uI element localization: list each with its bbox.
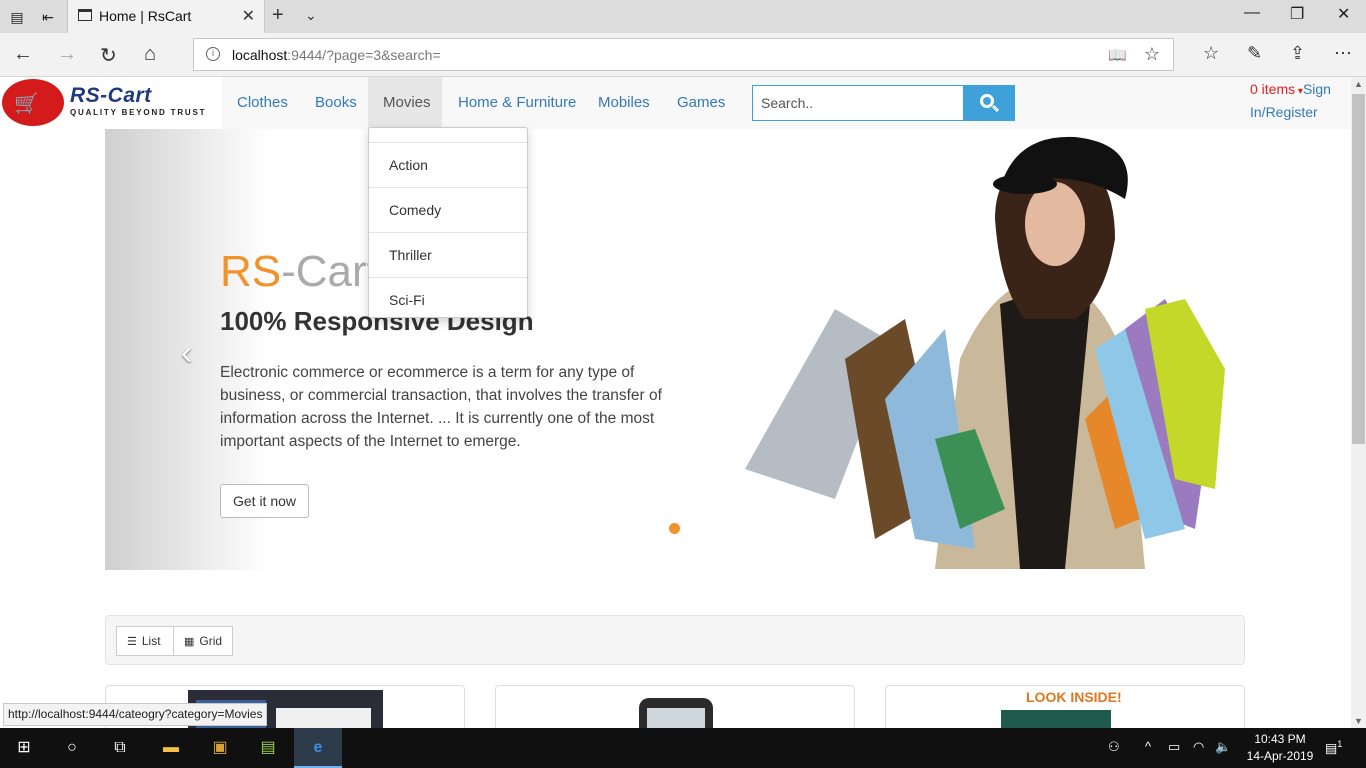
share-icon[interactable]: ⇪ <box>1290 43 1305 64</box>
back-icon[interactable]: ← <box>13 43 33 66</box>
volume-icon[interactable]: 🔈 <box>1215 739 1231 755</box>
nav-home-furniture[interactable]: Home & Furniture <box>458 94 576 111</box>
web-note-icon[interactable]: ✎ <box>1247 43 1262 64</box>
movies-dropdown-menu: Action Comedy Thriller Sci-Fi <box>368 127 528 318</box>
edge-browser-icon[interactable]: e <box>294 728 342 768</box>
dropdown-item-action[interactable]: Action <box>369 142 527 187</box>
user-links: 0 items ▾Sign In/Register <box>1250 81 1331 120</box>
status-url-tooltip: http://localhost:9444/cateogry?category=… <box>3 703 268 726</box>
wifi-icon[interactable]: ◠ <box>1193 739 1204 755</box>
page-scrollbar[interactable]: ▲ ▼ <box>1351 77 1366 728</box>
action-center-icon[interactable]: ▤1 <box>1325 739 1342 756</box>
favorite-star-icon[interactable]: ☆ <box>1144 44 1160 65</box>
battery-icon[interactable]: ▭ <box>1168 739 1180 755</box>
url-text: localhost:9444/?page=3&search= <box>232 47 441 63</box>
nav-mobiles[interactable]: Mobiles <box>598 94 650 111</box>
nav-games[interactable]: Games <box>677 94 725 111</box>
taskbar-clock[interactable]: 10:43 PM 14-Apr-2019 <box>1240 731 1320 765</box>
brand-tagline: QUALITY BEYOND TRUST <box>70 108 207 117</box>
tab-home[interactable]: Home | RsCart ✕ <box>67 0 265 33</box>
cart-items-count[interactable]: 0 items <box>1250 81 1295 97</box>
address-bar-row: ← → ↻ ⌂ i localhost:9444/?page=3&search=… <box>0 33 1366 77</box>
minimize-icon[interactable]: — <box>1244 4 1260 22</box>
task-view-icon[interactable]: ⧉ <box>96 728 144 768</box>
set-aside-tabs-icon[interactable]: ⇤ <box>37 6 59 28</box>
site-navbar: 🛒 RS-Cart QUALITY BEYOND TRUST Clothes B… <box>0 77 1351 129</box>
forward-icon[interactable]: → <box>57 43 77 66</box>
tab-title: Home | RsCart <box>99 8 192 24</box>
url-field[interactable]: i localhost:9444/?page=3&search= 📖 ☆ <box>193 38 1174 71</box>
grid-icon: ▦ <box>184 636 195 648</box>
browser-tab-bar: ▤ ⇤ Home | RsCart ✕ + ⌄ — ❐ ✕ <box>0 0 1366 33</box>
favorites-hub-icon[interactable]: ☆ <box>1203 43 1219 64</box>
logo[interactable]: 🛒 RS-Cart QUALITY BEYOND TRUST <box>0 77 222 129</box>
scroll-down-icon[interactable]: ▼ <box>1354 716 1363 726</box>
list-icon: ☰ <box>127 636 137 648</box>
home-icon[interactable]: ⌂ <box>144 43 156 66</box>
grid-view-button[interactable]: ▦ Grid <box>173 626 233 656</box>
new-tab-icon[interactable]: + <box>272 4 284 27</box>
nav-clothes[interactable]: Clothes <box>237 94 288 111</box>
tab-preview-icon[interactable]: ⌄ <box>305 7 317 24</box>
dropdown-item-thriller[interactable]: Thriller <box>369 232 527 277</box>
refresh-icon[interactable]: ↻ <box>100 43 117 68</box>
dropdown-item-comedy[interactable]: Comedy <box>369 187 527 232</box>
people-icon[interactable]: ⚇ <box>1108 739 1120 755</box>
carousel-indicator[interactable] <box>669 523 680 534</box>
start-icon[interactable]: ⊞ <box>0 728 48 768</box>
carousel-text: Electronic commerce or ecommerce is a te… <box>220 364 662 450</box>
page-icon <box>78 9 92 21</box>
show-hidden-icons[interactable]: ^ <box>1145 739 1151 754</box>
dropdown-item-scifi[interactable]: Sci-Fi <box>369 277 527 317</box>
windows-taskbar: ⊞ ○ ⧉ ▬ ▣ ▤ e ⚇ ^ ▭ ◠ 🔈 10:43 PM 14-Apr-… <box>0 728 1366 768</box>
carousel-title: RS-Cart <box>220 247 379 296</box>
site-info-icon[interactable]: i <box>206 47 220 61</box>
view-toggle-bar: ☰ List ▦ Grid <box>105 615 1245 665</box>
brand-name: RS-Cart <box>70 84 152 107</box>
scrollbar-thumb[interactable] <box>1352 94 1365 444</box>
restore-icon[interactable]: ❐ <box>1290 4 1304 24</box>
nav-books[interactable]: Books <box>315 94 357 111</box>
svg-text:LOOK INSIDE!: LOOK INSIDE! <box>1026 689 1122 705</box>
reading-view-icon[interactable]: 📖 <box>1108 46 1127 64</box>
game-app-icon[interactable]: ▣ <box>196 728 244 768</box>
list-view-button[interactable]: ☰ List <box>116 626 174 656</box>
file-explorer-icon[interactable]: ▬ <box>147 728 195 768</box>
scroll-up-icon[interactable]: ▲ <box>1354 79 1363 89</box>
cart-logo-icon: 🛒 <box>14 93 39 115</box>
close-tab-icon[interactable]: ✕ <box>242 6 255 26</box>
search-button[interactable] <box>963 85 1015 121</box>
hero-carousel: RS-Cart 100% Responsive Design Electroni… <box>105 129 1245 570</box>
get-it-now-button[interactable]: Get it now <box>220 484 309 518</box>
tab-manager-icon[interactable]: ▤ <box>6 6 28 28</box>
model-shopping-image <box>745 136 1225 569</box>
more-icon[interactable]: ⋯ <box>1334 43 1352 64</box>
close-window-icon[interactable]: ✕ <box>1337 4 1350 24</box>
nav-movies[interactable]: Movies <box>383 94 431 111</box>
cortana-icon[interactable]: ○ <box>48 728 96 768</box>
carousel-prev-icon[interactable]: ‹ <box>181 334 192 373</box>
search-input[interactable]: Search.. <box>752 85 964 121</box>
notepad-app-icon[interactable]: ▤ <box>244 728 292 768</box>
